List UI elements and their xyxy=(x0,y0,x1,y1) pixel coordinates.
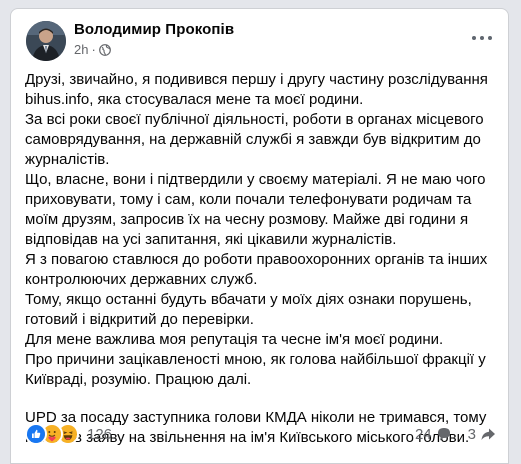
like-icon xyxy=(25,423,47,445)
post-meta: 2h · xyxy=(74,42,111,57)
post-paragraph: Тому, якщо останні будуть вбачати у моїх… xyxy=(25,291,472,328)
more-options-icon[interactable] xyxy=(470,31,494,43)
share-icon xyxy=(481,428,495,440)
post-paragraph: За всі роки своєї публічної діяльності, … xyxy=(25,111,484,168)
shares-count: 3 xyxy=(467,425,476,443)
post-paragraph: Для мене важлива моя репутація та чесне … xyxy=(25,331,444,348)
engagement-stats: 24 3 xyxy=(399,426,496,443)
post-time[interactable]: 2h xyxy=(74,42,88,57)
author-name[interactable]: Володимир Прокопів xyxy=(74,21,234,38)
post-body: Друзі, звичайно, я подивився першу і дру… xyxy=(25,70,495,448)
public-globe-icon xyxy=(98,43,111,56)
meta-separator: · xyxy=(91,42,96,57)
comments-stat[interactable]: 24 xyxy=(415,426,452,443)
avatar[interactable] xyxy=(26,21,66,61)
comments-count: 24 xyxy=(414,425,432,443)
reactions-count[interactable]: 126 xyxy=(87,426,112,443)
post-footer: 126 24 3 xyxy=(25,422,496,446)
reactions-summary[interactable]: 126 xyxy=(25,423,112,445)
post-card: Володимир Прокопів 2h · Друзі, звичайно,… xyxy=(10,8,509,464)
post-paragraph: Я з повагою ставлюся до роботи правоохор… xyxy=(25,251,488,288)
comment-icon xyxy=(437,428,450,441)
post-paragraph: Що, власне, вони і підтвердили у своєму … xyxy=(25,171,486,248)
shares-stat[interactable]: 3 xyxy=(468,426,496,443)
post-paragraph: Про причини зацікавленості мною, як голо… xyxy=(25,351,486,388)
post-paragraph: Друзі, звичайно, я подивився першу і дру… xyxy=(25,71,488,108)
